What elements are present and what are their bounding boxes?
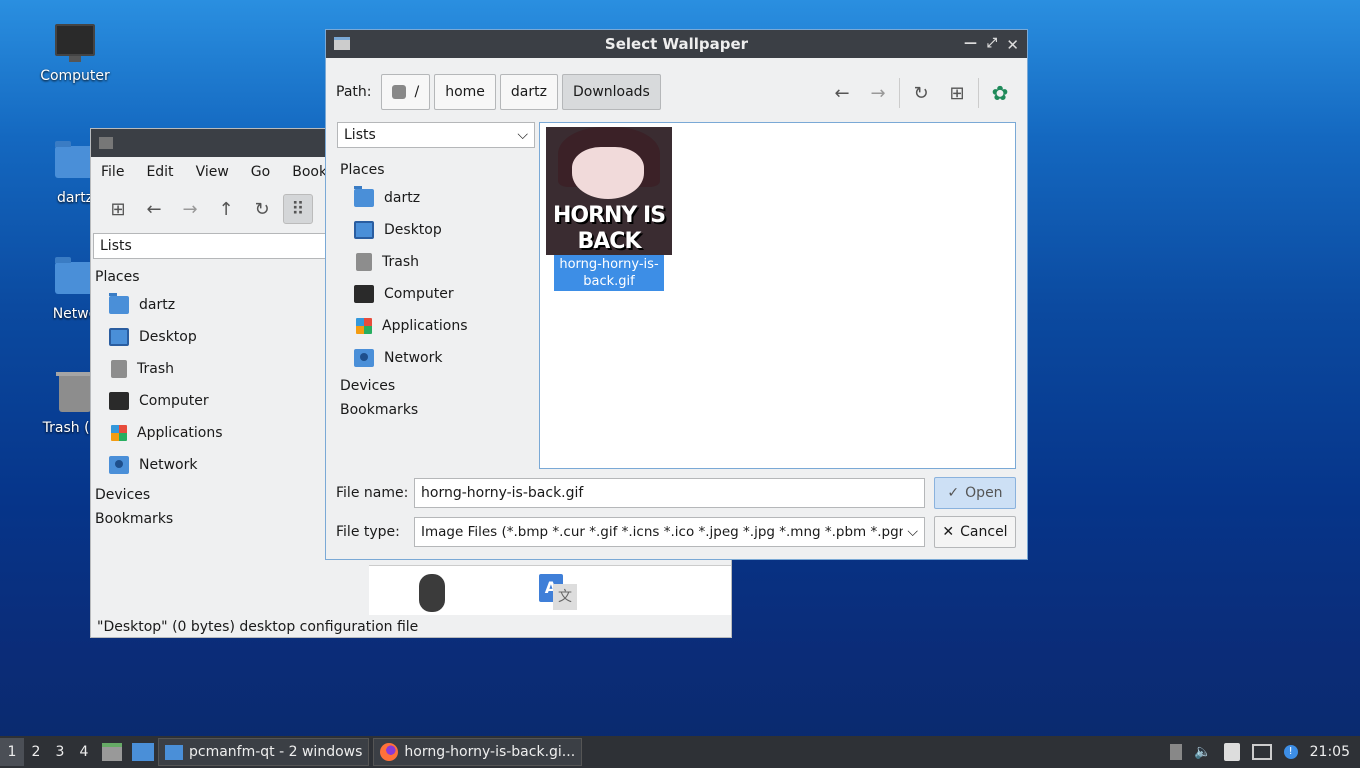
taskbar: 1 2 3 4 pcmanfm-qt - 2 windows horng-hor… (0, 736, 1360, 768)
desktop-icon (354, 221, 374, 239)
new-folder-icon[interactable]: ⊞ (942, 78, 972, 108)
side-pane-mode-select[interactable]: Lists (93, 233, 329, 259)
up-arrow-icon[interactable]: ↑ (211, 194, 241, 224)
desktop-icon-computer[interactable]: Computer (30, 24, 120, 84)
file-name-label[interactable]: horng-horny-is-back.gif (554, 255, 664, 291)
home-folder-icon (109, 293, 129, 314)
view-options-icon[interactable]: ✿ (985, 78, 1015, 108)
new-tab-icon[interactable]: ⊞ (103, 194, 133, 224)
filetype-label: File type: (336, 524, 400, 540)
mouse-settings-icon[interactable] (419, 574, 445, 612)
computer-icon (53, 24, 97, 64)
dialog-nav: ← → ↻ ⊞ ✿ (827, 78, 1015, 108)
file-list-view[interactable]: HORNY IS BACK horng-horny-is-back.gif (539, 122, 1016, 469)
applications-icon (356, 318, 372, 334)
workspace-4[interactable]: 4 (72, 738, 96, 766)
open-button[interactable]: ✓ Open (934, 477, 1016, 509)
clock[interactable]: 21:05 (1310, 744, 1350, 760)
chevron-down-icon: ⌵ (907, 524, 918, 540)
dialog-sidebar: Places dartz Desktop Trash Computer Appl… (336, 158, 536, 422)
volume-icon[interactable]: 🔈 (1194, 744, 1211, 760)
side-pane-mode-select[interactable]: Lists ⌵ (337, 122, 535, 148)
filetype-select[interactable]: Image Files (*.bmp *.cur *.gif *.icns *.… (414, 517, 925, 547)
task-firefox[interactable]: horng-horny-is-back.gi... (373, 738, 583, 766)
checkmark-icon: ✓ (947, 485, 960, 501)
task-pcmanfm[interactable]: pcmanfm-qt - 2 windows (158, 738, 370, 766)
reload-icon[interactable]: ↻ (906, 78, 936, 108)
folder-icon (165, 744, 183, 760)
sidebar-item-desktop[interactable]: Desktop (336, 214, 536, 246)
sidebar-item-applications[interactable]: Applications (336, 310, 536, 342)
path-label: Path: (336, 84, 372, 100)
close-icon[interactable]: ✕ (1006, 36, 1019, 54)
crumb-downloads[interactable]: Downloads (561, 74, 661, 110)
removable-media-icon[interactable] (1170, 744, 1183, 760)
filename-row: File name: horng-horny-is-back.gif (336, 478, 925, 508)
back-arrow-icon[interactable]: ← (139, 194, 169, 224)
language-settings-icon[interactable]: A 文 (539, 574, 579, 612)
computer-icon (354, 285, 374, 303)
menu-file[interactable]: File (101, 164, 124, 180)
cancel-button[interactable]: ✕ Cancel (934, 516, 1016, 548)
back-arrow-icon[interactable]: ← (827, 78, 857, 108)
file-manager-launcher-icon[interactable] (102, 743, 122, 761)
filename-label: File name: (336, 485, 409, 501)
devices-header[interactable]: Devices (336, 374, 536, 398)
sidebar-item-trash[interactable]: Trash (336, 246, 536, 278)
home-folder-icon (354, 186, 374, 207)
workspace-2[interactable]: 2 (24, 738, 48, 766)
computer-icon (109, 392, 129, 410)
window-icon (99, 137, 113, 149)
bookmarks-header[interactable]: Bookmarks (336, 398, 536, 422)
reload-icon[interactable]: ↻ (247, 194, 277, 224)
notification-icon[interactable]: ! (1283, 745, 1298, 759)
trash-icon (111, 360, 127, 378)
window-icon (334, 37, 350, 50)
path-bar: Path: / home dartz Downloads (336, 74, 661, 110)
menu-edit[interactable]: Edit (146, 164, 173, 180)
sidebar-item-dartz[interactable]: dartz (336, 182, 536, 214)
forward-arrow-icon[interactable]: → (175, 194, 205, 224)
status-bar: "Desktop" (0 bytes) desktop configuratio… (97, 619, 419, 635)
filetype-row: File type: Image Files (*.bmp *.cur *.gi… (336, 517, 925, 547)
dialog-title: Select Wallpaper (604, 35, 749, 53)
places-header: Places (340, 162, 385, 178)
crumb-home[interactable]: home (434, 74, 496, 110)
crumb-root[interactable]: / (381, 74, 431, 110)
minimize-icon[interactable]: — (964, 36, 977, 51)
chevron-down-icon: ⌵ (517, 127, 528, 143)
file-view-strip: A 文 (369, 565, 731, 615)
applications-icon (111, 425, 127, 441)
network-tray-icon[interactable] (1251, 744, 1272, 760)
firefox-icon (380, 743, 399, 761)
filename-input[interactable]: horng-horny-is-back.gif (414, 478, 925, 508)
drive-icon (392, 85, 407, 99)
menu-go[interactable]: Go (251, 164, 270, 180)
maximize-icon[interactable]: ⤢ (987, 36, 997, 51)
network-icon (109, 456, 129, 474)
network-icon (354, 349, 374, 367)
workspace-3[interactable]: 3 (48, 738, 72, 766)
separator (899, 78, 900, 108)
sidebar-item-computer[interactable]: Computer (336, 278, 536, 310)
icon-view-icon[interactable]: ⠿ (283, 194, 313, 224)
dialog-titlebar[interactable]: Select Wallpaper — ⤢ ✕ (326, 30, 1027, 58)
crumb-dartz[interactable]: dartz (499, 74, 558, 110)
desktop-icon-label: Computer (40, 68, 110, 84)
system-tray: 🔈 ! 21:05 (1170, 736, 1360, 768)
show-desktop-icon[interactable] (132, 743, 154, 761)
menu-view[interactable]: View (196, 164, 229, 180)
file-thumbnail[interactable]: HORNY IS BACK (546, 127, 672, 255)
separator (978, 78, 979, 108)
desktop-icon (109, 328, 129, 346)
workspace-1[interactable]: 1 (0, 738, 24, 766)
trash-icon (356, 253, 372, 271)
sidebar-item-network[interactable]: Network (336, 342, 536, 374)
forward-arrow-icon[interactable]: → (863, 78, 893, 108)
cancel-x-icon: ✕ (942, 524, 955, 540)
clipboard-icon[interactable] (1223, 743, 1240, 761)
thumbnail-caption: HORNY IS BACK (552, 203, 666, 254)
select-wallpaper-dialog: Select Wallpaper — ⤢ ✕ Path: / home dart… (325, 29, 1028, 560)
